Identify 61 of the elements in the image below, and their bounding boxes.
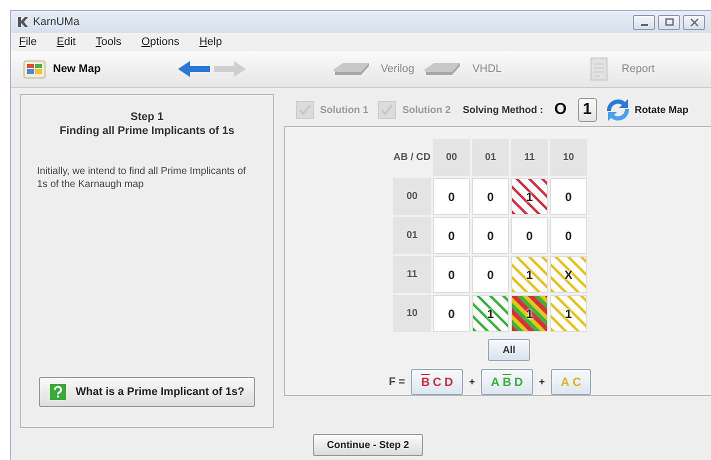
- continue-button[interactable]: Continue - Step 2: [313, 434, 423, 456]
- menu-item[interactable]: Options: [141, 36, 180, 48]
- arrow-icon: [176, 60, 211, 78]
- window-title: KarnUMa: [33, 16, 80, 28]
- map-cell[interactable]: 0: [511, 217, 548, 254]
- arrow-icon: [212, 60, 247, 78]
- minimize-button[interactable]: [633, 14, 655, 30]
- plus-sign: +: [469, 376, 475, 388]
- function-label: F =: [388, 376, 406, 388]
- column-header: 11: [511, 139, 548, 176]
- column-header: 10: [550, 139, 587, 176]
- map-cell[interactable]: 1: [511, 178, 548, 215]
- check-icon: [380, 103, 394, 117]
- chip-icon: [330, 61, 371, 77]
- logo-icon: [17, 16, 29, 28]
- map-cell[interactable]: 0: [550, 217, 587, 254]
- menu-item[interactable]: Edit: [56, 36, 76, 48]
- help-button[interactable]: What is a Prime Implicant of 1s?: [39, 377, 255, 407]
- row-header: 10: [393, 295, 431, 332]
- map-cell[interactable]: X: [550, 256, 587, 293]
- solving-method-option[interactable]: 1: [578, 98, 597, 122]
- row-header: 00: [393, 178, 431, 215]
- map-cell[interactable]: 0: [433, 256, 470, 293]
- menu-item[interactable]: Tools: [96, 36, 122, 48]
- map-cell[interactable]: 0: [433, 295, 470, 332]
- map-cell[interactable]: 1: [472, 295, 509, 332]
- solving-method-option[interactable]: O: [549, 98, 572, 122]
- new-map-button[interactable]: New Map: [23, 58, 101, 80]
- corner-label: AB / CD: [393, 151, 431, 165]
- column-header: 00: [433, 139, 470, 176]
- map-cell[interactable]: 0: [433, 178, 470, 215]
- map-cell[interactable]: 0: [472, 178, 509, 215]
- term-button[interactable]: B C D: [411, 369, 464, 395]
- map-cell[interactable]: 0: [550, 178, 587, 215]
- help-icon: [50, 384, 66, 400]
- close-button[interactable]: [683, 14, 705, 30]
- maximize-icon: [664, 18, 674, 26]
- close-icon: [690, 18, 698, 26]
- rotate-map-button[interactable]: Rotate Map: [602, 97, 688, 123]
- minimize-icon: [640, 24, 648, 26]
- map-cell[interactable]: 0: [472, 256, 509, 293]
- row-header: 01: [393, 217, 431, 254]
- map-icon: [23, 58, 47, 80]
- all-button[interactable]: All: [488, 339, 530, 361]
- menu-item[interactable]: Help: [199, 36, 222, 48]
- maximize-button[interactable]: [658, 14, 680, 30]
- step-subtitle: Finding all Prime Implicants of 1s: [60, 125, 234, 137]
- back-button[interactable]: [176, 60, 211, 78]
- column-header: 01: [472, 139, 509, 176]
- map-cell[interactable]: 0: [472, 217, 509, 254]
- row-header: 11: [393, 256, 431, 293]
- chip-icon: [422, 61, 462, 77]
- plus-sign: +: [538, 376, 545, 388]
- map-cell[interactable]: 1: [550, 295, 587, 332]
- document-icon: [590, 57, 608, 81]
- menu-item[interactable]: File: [19, 36, 37, 48]
- step-description: Initially, we intend to find all Prime Implicants of 1s of the Karnaugh map: [37, 165, 247, 191]
- map-cell[interactable]: 1: [511, 256, 548, 293]
- step-title: Step 1: [130, 111, 164, 123]
- map-cell[interactable]: 0: [433, 217, 470, 254]
- solving-method-label: Solving Method :: [462, 104, 544, 116]
